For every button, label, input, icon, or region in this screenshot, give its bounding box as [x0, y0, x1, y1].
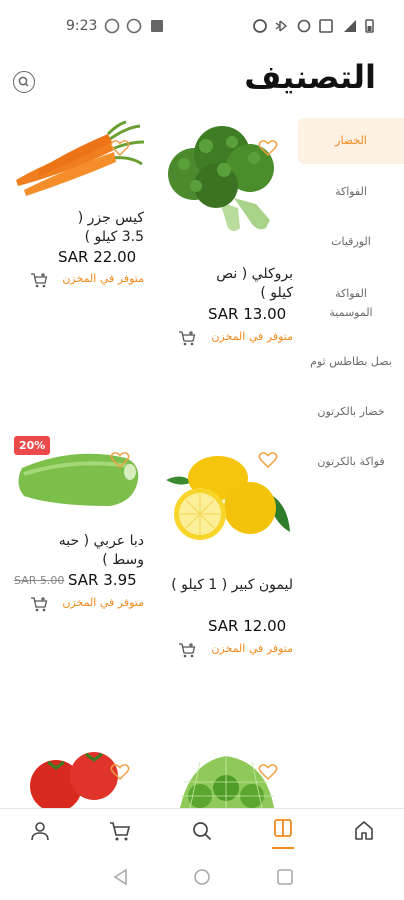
category-label: الورقيات [331, 235, 371, 248]
notification-icons [104, 18, 163, 34]
search-button[interactable] [13, 71, 35, 93]
category-label: خضار بالكرتون [317, 405, 385, 418]
system-status-icons [253, 19, 374, 33]
catalog-tab[interactable] [270, 817, 296, 851]
catalog-icon [274, 819, 292, 837]
profile-icon[interactable] [28, 819, 52, 843]
stock-status: متوفر في المخزن [62, 596, 144, 609]
category-leafy[interactable]: الورقيات [298, 234, 404, 250]
search-icon [18, 76, 29, 87]
category-label: الفواكة الموسمية [329, 287, 373, 319]
category-label: الفواكة [335, 185, 367, 198]
product-name: ليمون كبير ( 1 كيلو ) [171, 577, 293, 593]
system-navigation-bar [0, 854, 404, 900]
status-time: 9:23 [66, 18, 98, 34]
stock-status: متوفر في المخزن [211, 330, 293, 343]
category-fruits[interactable]: الفواكة [298, 184, 404, 200]
search-icon[interactable] [190, 819, 214, 843]
cart-icon[interactable] [108, 819, 132, 843]
favorite-icon[interactable] [110, 139, 130, 157]
favorite-icon[interactable] [258, 763, 278, 781]
home-system-icon[interactable] [193, 868, 211, 886]
add-to-cart-icon[interactable] [30, 272, 48, 288]
product-price: SAR 12.00 [208, 617, 287, 635]
home-icon[interactable] [352, 819, 376, 843]
stock-status: متوفر في المخزن [62, 272, 144, 285]
product-price: SAR 13.00 [208, 305, 287, 323]
product-price: SAR 22.00 [58, 248, 137, 266]
favorite-icon[interactable] [110, 451, 130, 469]
recents-icon[interactable] [276, 868, 294, 886]
add-to-cart-icon[interactable] [30, 596, 48, 612]
category-label: فواكة بالكرتون [317, 455, 385, 468]
discount-badge: 20% [14, 436, 51, 455]
add-to-cart-icon[interactable] [178, 330, 196, 346]
carrots-image[interactable] [14, 120, 144, 198]
product-name: دبا عربي ( حبه وسط ) [58, 533, 144, 568]
product-price: SAR 3.95 [68, 571, 137, 589]
product-name: كيس جزر ( 3.5 كيلو ) [77, 210, 144, 245]
category-label: بصل بطاطس ثوم [310, 355, 392, 368]
page-title: التصنيف [244, 58, 376, 96]
category-seasonal-fruits[interactable]: الفواكة الموسمية [298, 284, 404, 322]
category-label: الخضار [335, 134, 367, 147]
product-name: بروكلي ( نص كيلو ) [216, 266, 293, 301]
category-onion-potato-garlic[interactable]: بصل بطاطس ثوم [298, 354, 404, 370]
status-bar: 9:23 [0, 0, 404, 56]
bottom-navigation [0, 808, 404, 855]
category-vegetables[interactable]: الخضار [298, 118, 404, 164]
add-to-cart-icon[interactable] [178, 642, 196, 658]
stock-status: متوفر في المخزن [211, 642, 293, 655]
back-icon[interactable] [112, 868, 130, 886]
product-old-price: SAR 5.00 [14, 574, 65, 587]
favorite-icon[interactable] [258, 451, 278, 469]
favorite-icon[interactable] [258, 139, 278, 157]
active-tab-indicator [272, 847, 294, 849]
favorite-icon[interactable] [110, 763, 130, 781]
category-vegetable-boxes[interactable]: خضار بالكرتون [298, 404, 404, 420]
category-fruit-boxes[interactable]: فواكة بالكرتون [298, 452, 404, 471]
